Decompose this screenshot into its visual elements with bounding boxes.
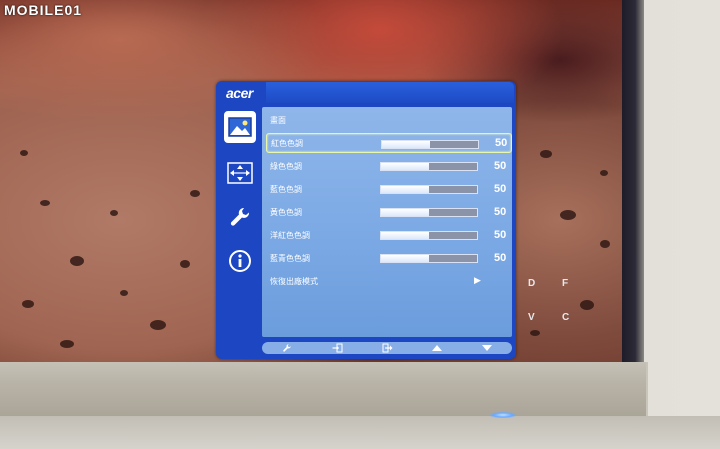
tab-picture[interactable] <box>224 111 256 143</box>
wrench-icon <box>283 344 291 352</box>
chevron-right-icon: ▶ <box>474 276 481 286</box>
desk-surface <box>0 416 720 449</box>
down-arrow-icon <box>482 345 492 351</box>
wrench-icon <box>230 207 250 226</box>
osd-row-label: 黃色色調 <box>270 207 302 217</box>
osd-slider[interactable] <box>380 185 478 194</box>
osd-button-guide <box>262 342 512 354</box>
tab-settings[interactable] <box>224 201 256 233</box>
osd-row-label: 綠色色調 <box>270 161 302 171</box>
tab-info[interactable] <box>224 245 256 277</box>
watermark: MOBILE01 <box>4 2 83 18</box>
osd-row-value: 50 <box>495 137 508 149</box>
osd-settings-button[interactable] <box>277 342 297 354</box>
osd-sidebar <box>220 109 262 309</box>
display-position-icon <box>227 162 253 184</box>
osd-row-magenta-hue[interactable]: 洋紅色色調 50 <box>266 225 512 245</box>
osd-slider[interactable] <box>380 162 478 171</box>
osd-top-bar <box>266 82 514 103</box>
osd-row-value: 50 <box>494 183 507 195</box>
hotkey-letter-d: D <box>528 278 536 289</box>
monitor-bezel <box>0 362 648 416</box>
osd-down-button[interactable] <box>477 342 497 354</box>
osd-row-yellow-hue[interactable]: 黃色色調 50 <box>266 202 512 222</box>
monitor-screen-edge <box>622 0 644 362</box>
tab-display[interactable] <box>224 157 256 189</box>
hotkey-letter-v: V <box>528 312 535 323</box>
osd-brand-logo: acer <box>226 85 253 101</box>
osd-row-blue-hue[interactable]: 藍色色調 50 <box>266 179 512 199</box>
osd-row-red-hue[interactable]: 紅色色調 50 <box>266 133 512 153</box>
osd-row-green-hue[interactable]: 綠色色調 50 <box>266 156 512 176</box>
osd-content-panel: 畫面 紅色色調 50 綠色色調 50 藍色色調 50 黃色色調 50 洋紅色色調… <box>262 107 512 337</box>
up-arrow-icon <box>432 345 442 351</box>
osd-slider[interactable] <box>380 254 478 263</box>
osd-row-value: 50 <box>494 229 507 241</box>
osd-row-label: 紅色色調 <box>271 138 303 148</box>
osd-row-value: 50 <box>494 252 507 264</box>
osd-menu: acer 畫面 紅色色調 50 綠色色調 50 藍色色調 50 黃色色調 50 … <box>216 81 516 359</box>
hotkey-letter-c: C <box>562 312 570 323</box>
info-icon <box>229 250 251 272</box>
hotkey-letter-f: F <box>562 278 569 289</box>
osd-up-button[interactable] <box>427 342 447 354</box>
exit-icon <box>382 343 392 353</box>
picture-icon <box>228 117 252 137</box>
osd-slider[interactable] <box>381 140 479 149</box>
enter-icon <box>332 343 342 353</box>
osd-row-label: 恢復出廠模式 <box>270 276 318 286</box>
osd-enter-button[interactable] <box>327 342 347 354</box>
osd-section-title: 畫面 <box>270 116 286 125</box>
osd-row-label: 藍青色色調 <box>270 253 310 263</box>
osd-slider[interactable] <box>380 231 478 240</box>
power-led <box>490 412 516 418</box>
osd-row-factory-reset[interactable]: 恢復出廠模式 ▶ <box>266 271 512 291</box>
osd-slider[interactable] <box>380 208 478 217</box>
osd-row-label: 洋紅色色調 <box>270 230 310 240</box>
osd-row-value: 50 <box>494 160 507 172</box>
osd-exit-button[interactable] <box>377 342 397 354</box>
osd-row-label: 藍色色調 <box>270 184 302 194</box>
osd-row-value: 50 <box>494 206 507 218</box>
osd-row-cyan-hue[interactable]: 藍青色色調 50 <box>266 248 512 268</box>
